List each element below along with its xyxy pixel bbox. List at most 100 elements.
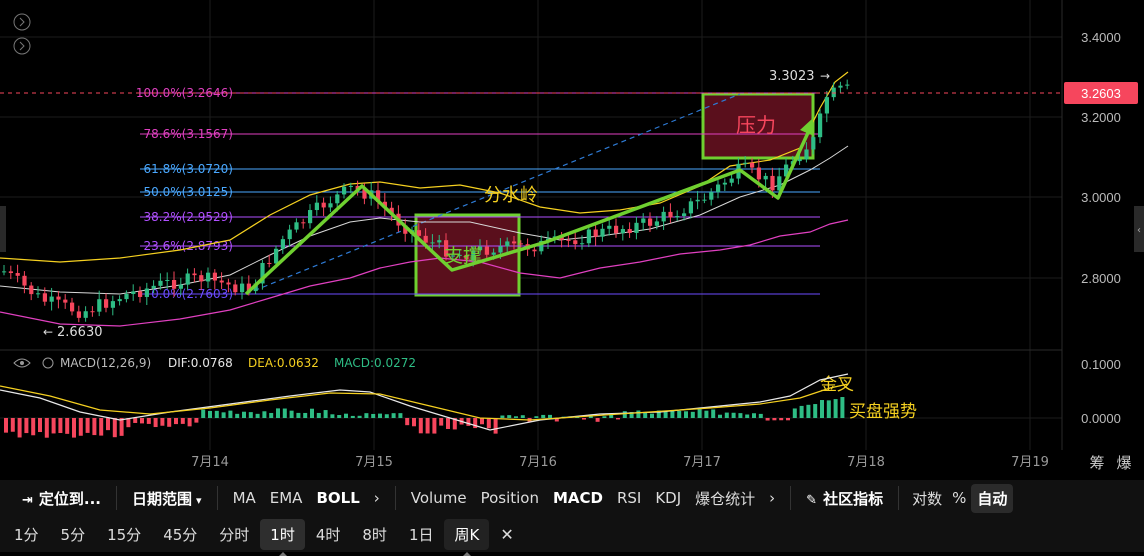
fib-level-label: 50.0%(3.0125) (144, 185, 233, 199)
price-tick-3.0: 3.0000 (1081, 190, 1121, 205)
indicator-position[interactable]: Position (474, 489, 546, 507)
candle-body (654, 221, 659, 226)
macd-histogram-bar (507, 415, 512, 418)
macd-histogram-bar (167, 418, 172, 427)
low-price-label: 2.6630 (57, 325, 103, 340)
indicator-ema[interactable]: EMA (263, 489, 310, 507)
candle-body (770, 175, 775, 191)
macd-histogram-bar (690, 411, 695, 418)
candle-body (144, 288, 149, 297)
indicator-kdj[interactable]: KDJ (648, 489, 688, 507)
macd-histogram-bar (72, 418, 76, 438)
candle-body (586, 229, 591, 244)
candle-body (335, 194, 340, 204)
close-timeframe-icon[interactable]: ✕ (489, 525, 524, 544)
macd-histogram-bar (187, 418, 192, 427)
price-chart[interactable]: ‹ 100.0%(3.2646)78.6%(3.1567)61.8%(3.072… (0, 0, 1144, 480)
indicator-volume[interactable]: Volume (404, 489, 474, 507)
macd-histogram-bar (514, 416, 518, 418)
macd-histogram-bar (99, 418, 104, 436)
indicator-liquidation[interactable]: 爆仓统计 (688, 488, 762, 509)
candle-body (192, 273, 197, 276)
high-arrow-icon: → (820, 69, 830, 83)
candle-body (206, 272, 211, 282)
left-panel-handle[interactable] (0, 206, 6, 252)
chevron-down-icon: ▾ (196, 493, 202, 507)
macd-histogram-bar (616, 418, 620, 420)
candle-body (2, 271, 7, 273)
macd-histogram-bar (153, 418, 158, 428)
timeframe-5m[interactable]: 5分 (50, 524, 97, 545)
timeframe-1h[interactable]: 1时 (260, 518, 305, 556)
macd-histogram-bar (650, 413, 654, 418)
macd-histogram-bar (140, 418, 144, 424)
candle-body (267, 262, 272, 264)
timeframe-45m[interactable]: 45分 (152, 524, 208, 545)
timeframe-1d[interactable]: 1日 (398, 524, 445, 545)
candle-body (675, 216, 680, 218)
timeframe-weekly[interactable]: 周K (444, 518, 490, 556)
candle-body (328, 203, 333, 208)
date-range-dropdown[interactable]: 日期范围 ▾ (125, 488, 209, 509)
candle-body (49, 296, 54, 302)
percent-scale-toggle[interactable]: % (947, 489, 971, 507)
macd-histogram-bar (806, 404, 811, 418)
macd-histogram-bar (316, 412, 321, 418)
macd-histogram-bar (4, 418, 8, 433)
macd-histogram-bar (78, 418, 83, 436)
locate-button[interactable]: ⇥ 定位到... (0, 488, 108, 509)
candle-body (280, 239, 285, 249)
candle-body (22, 275, 27, 286)
macd-histogram-bar (310, 408, 314, 418)
expand-overlay-icon[interactable] (13, 37, 31, 55)
macd-histogram-bar (786, 418, 790, 421)
candle-body (811, 137, 816, 150)
timeframe-4h[interactable]: 4时 (305, 524, 352, 545)
candle-body (158, 280, 163, 286)
macd-histogram-bar (826, 400, 831, 418)
macd-histogram-bar (697, 409, 702, 418)
candle-body (342, 186, 347, 195)
community-indicators-button[interactable]: ✎ 社区指标 (799, 488, 890, 509)
candle-body (15, 273, 20, 276)
macd-histogram-bar (500, 415, 505, 418)
timeframe-8h[interactable]: 8时 (351, 524, 398, 545)
edit-icon: ✎ (806, 492, 818, 508)
indicator-macd[interactable]: MACD (546, 489, 610, 507)
candle-body (614, 225, 619, 234)
macd-histogram-bar (17, 418, 22, 438)
macd-histogram-bar (765, 418, 770, 421)
liquidation-toggle[interactable]: 爆 (1116, 454, 1131, 472)
candle-body (274, 248, 279, 264)
main-indicator-more-icon[interactable]: › (367, 489, 387, 507)
buying-power-label: 买盘强势 (849, 402, 917, 422)
timeframe-15m[interactable]: 15分 (96, 524, 152, 545)
macd-histogram-bar (58, 418, 63, 434)
timeframe-1m[interactable]: 1分 (0, 524, 50, 545)
indicator-ma[interactable]: MA (226, 489, 263, 507)
macd-histogram-bar (520, 415, 525, 418)
price-tick-3.4: 3.4000 (1081, 30, 1121, 45)
candle-body (695, 199, 700, 202)
expand-indicator-icon[interactable] (13, 13, 31, 31)
log-scale-toggle[interactable]: 对数 (907, 488, 947, 509)
candle-body (321, 202, 326, 208)
candle-body (314, 202, 319, 211)
macd-histogram-bar (24, 418, 29, 434)
indicator-boll[interactable]: BOLL (309, 489, 366, 507)
candle-body (702, 199, 707, 201)
chip-distribution-toggle[interactable]: 筹 (1089, 454, 1104, 472)
indicator-rsi[interactable]: RSI (610, 489, 648, 507)
candle-body (845, 84, 850, 86)
macd-histogram-bar (820, 400, 824, 418)
chevron-left-icon: ‹ (1137, 225, 1141, 236)
timeframe-timeshare[interactable]: 分时 (208, 524, 260, 545)
macd-histogram-bar (344, 413, 348, 418)
macd-histogram-bar (779, 418, 784, 421)
settings-icon[interactable] (42, 357, 54, 369)
auto-scale-toggle[interactable]: 自动 (971, 483, 1014, 513)
macd-histogram-bar (391, 413, 396, 418)
sub-indicator-more-icon[interactable]: › (762, 489, 782, 507)
macd-histogram-bar (582, 418, 586, 420)
macd-histogram-bar (282, 408, 287, 418)
